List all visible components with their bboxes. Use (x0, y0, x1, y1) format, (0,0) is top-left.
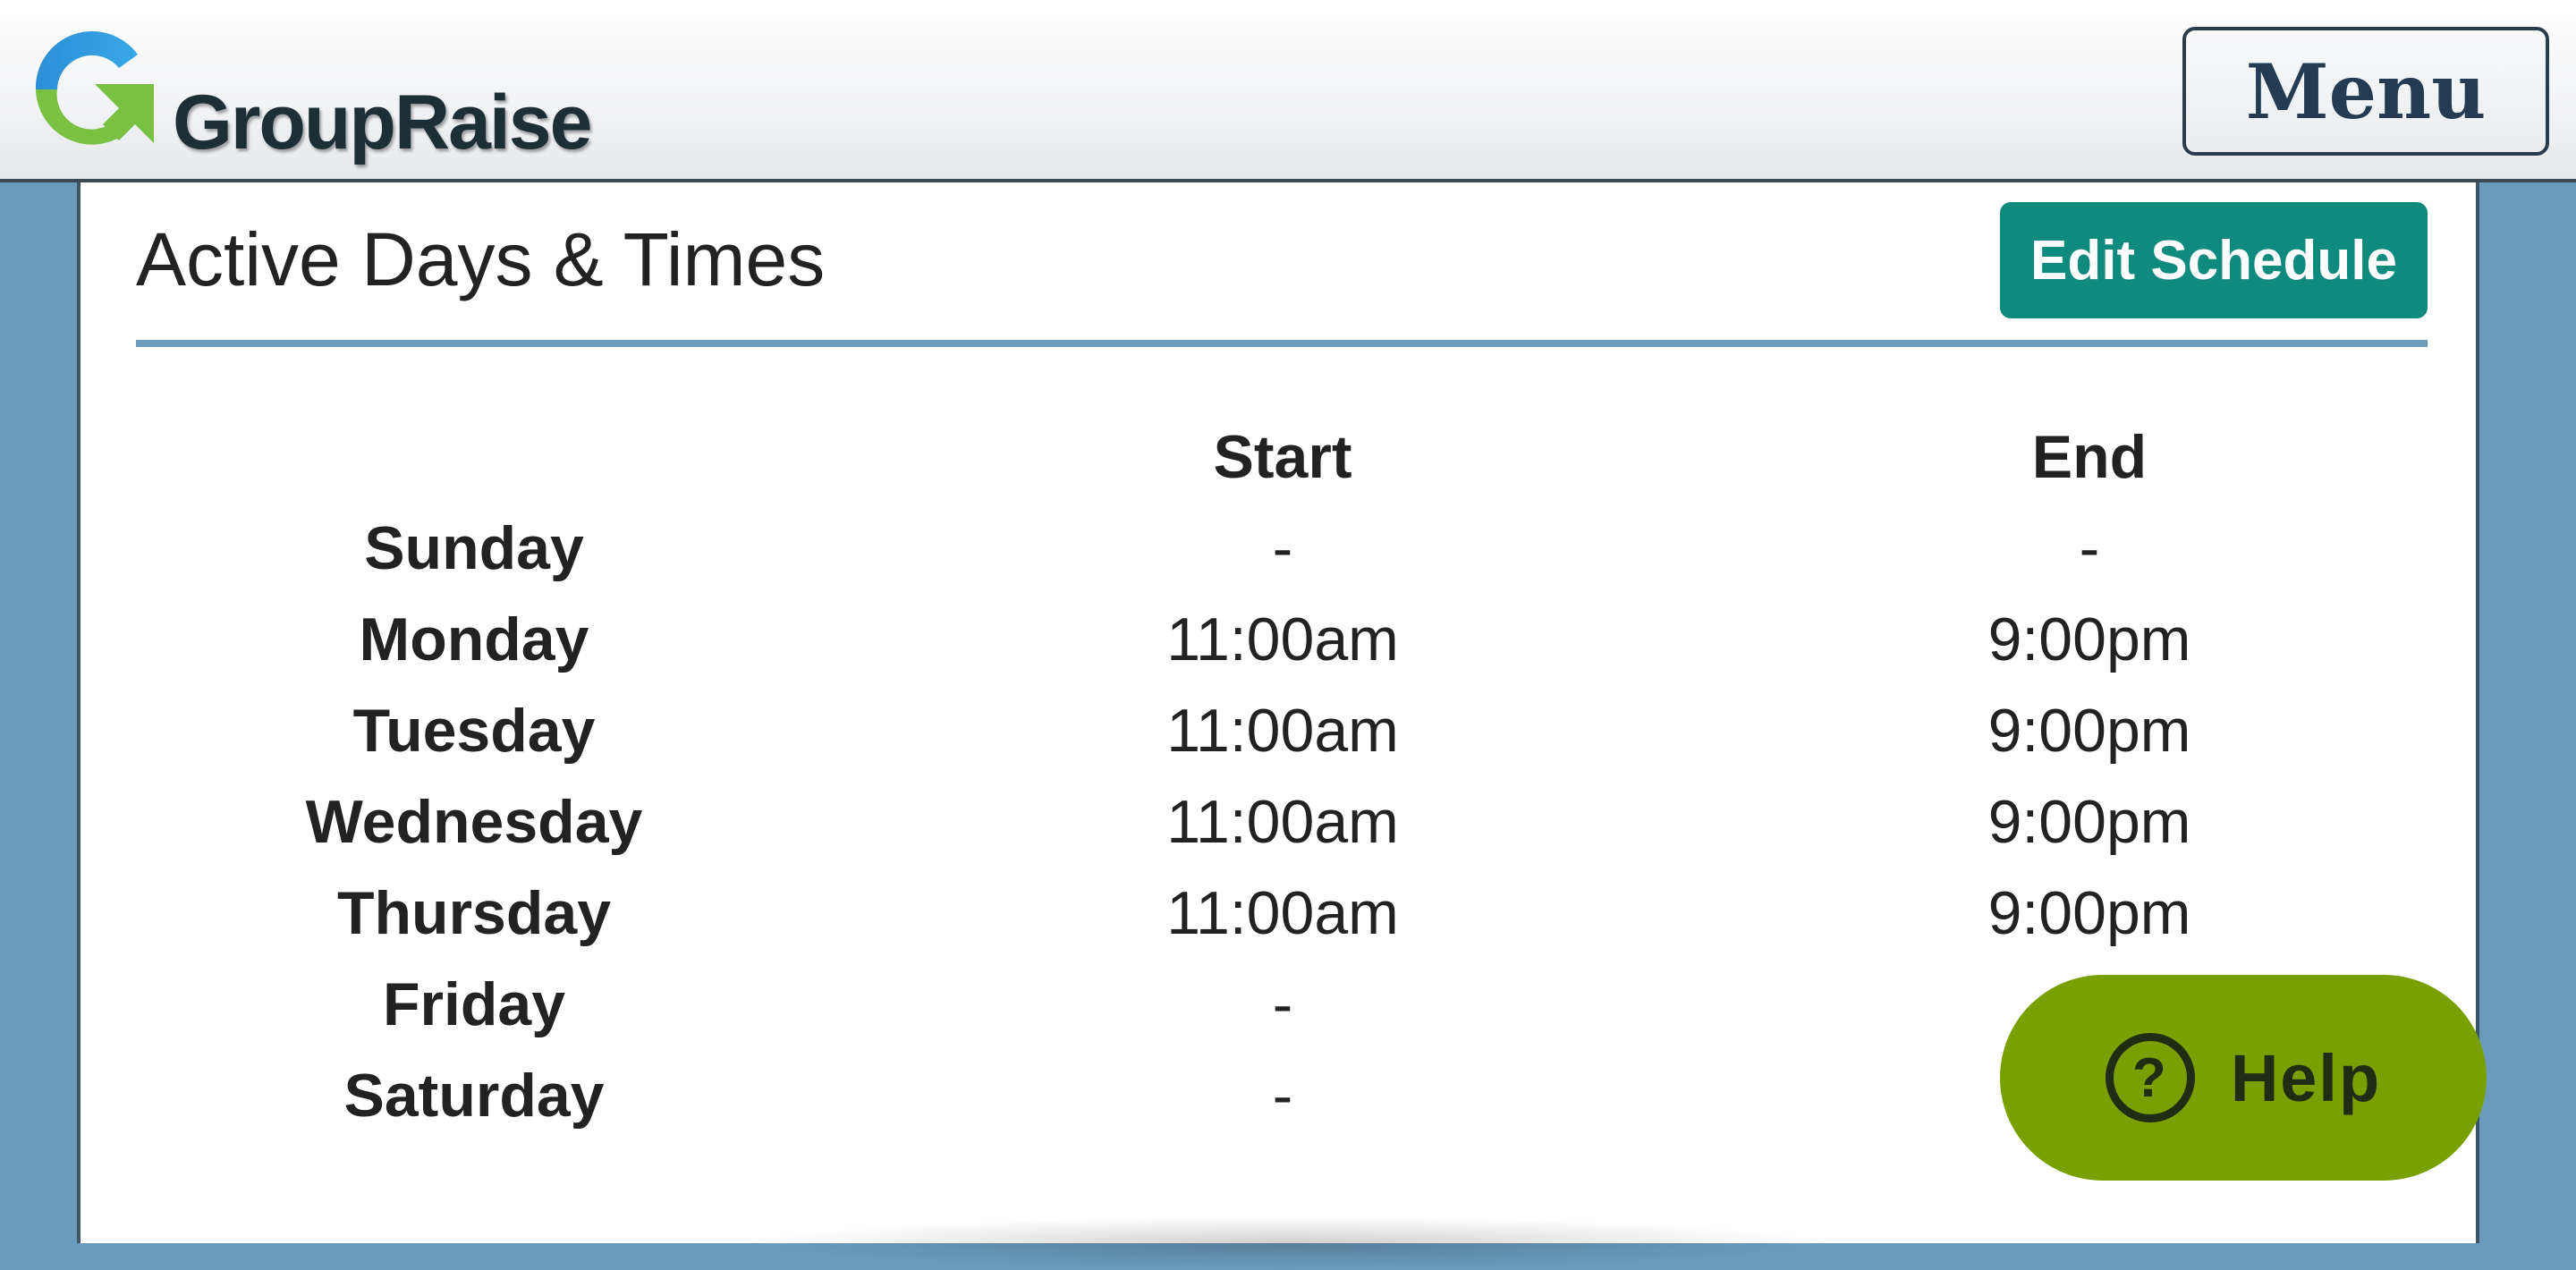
grouparise-logo[interactable]: GroupRaise (25, 20, 651, 172)
table-row: Sunday - - (80, 513, 2476, 605)
end-time: 9:00pm (1987, 697, 2191, 765)
menu-button[interactable]: Menu (2182, 27, 2549, 156)
table-row: Wednesday 11:00am 9:00pm (80, 787, 2476, 878)
end-time: 9:00pm (1987, 605, 2191, 673)
help-label: Help (2230, 1040, 2382, 1115)
logo-wordmark: GroupRaise (173, 80, 592, 165)
help-button[interactable]: ? Help (2000, 975, 2487, 1181)
end-time: 9:00pm (1987, 879, 2191, 947)
day-label: Sunday (364, 514, 584, 582)
day-label: Friday (382, 970, 566, 1038)
day-label: Saturday (343, 1062, 605, 1130)
start-time: 11:00am (1166, 879, 1399, 947)
table-row: Tuesday 11:00am 9:00pm (80, 696, 2476, 787)
logo-g-icon (35, 30, 154, 145)
start-time: 11:00am (1166, 697, 1399, 765)
start-time: 11:00am (1166, 788, 1399, 856)
table-row: Monday 11:00am 9:00pm (80, 605, 2476, 696)
table-row: Thursday 11:00am 9:00pm (80, 878, 2476, 969)
start-time: - (1272, 970, 1293, 1038)
end-time: 9:00pm (1987, 788, 2191, 856)
end-time: - (2079, 514, 2100, 582)
day-label: Tuesday (352, 697, 596, 765)
start-time: 11:00am (1166, 605, 1399, 673)
start-time: - (1272, 1062, 1293, 1130)
column-header-start: Start (1213, 423, 1352, 491)
question-circle-icon: ? (2105, 1033, 2195, 1122)
day-label: Monday (359, 605, 589, 673)
day-label: Thursday (336, 879, 612, 947)
start-time: - (1272, 514, 1293, 582)
column-header-end: End (2031, 423, 2148, 491)
top-header: GroupRaise Menu (0, 0, 2576, 182)
bottom-card-shadow (742, 1216, 1834, 1270)
day-label: Wednesday (305, 788, 643, 856)
